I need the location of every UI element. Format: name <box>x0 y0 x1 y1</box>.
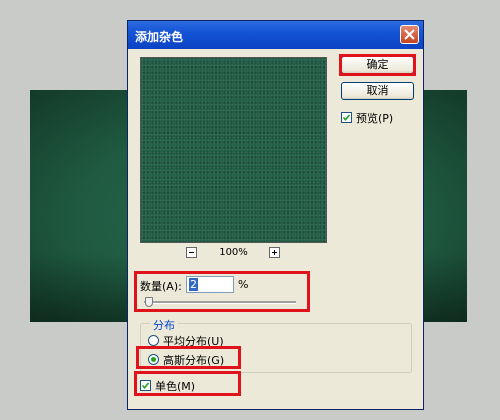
highlight-amount <box>134 271 310 312</box>
distribution-title: 分布 <box>150 317 178 333</box>
uniform-radio[interactable] <box>148 335 159 346</box>
checkmark-icon <box>342 114 351 122</box>
close-button[interactable] <box>400 25 419 44</box>
zoom-controls: 100% <box>140 247 327 261</box>
noise-preview[interactable] <box>140 57 327 243</box>
dialog-titlebar[interactable]: 添加杂色 <box>128 21 423 49</box>
zoom-level: 100% <box>219 247 248 258</box>
preview-checkbox[interactable] <box>341 112 352 123</box>
highlight-gaussian <box>136 346 241 369</box>
plus-icon <box>272 250 277 255</box>
highlight-ok <box>339 54 416 76</box>
close-icon <box>404 29 415 40</box>
dialog-title: 添加杂色 <box>135 30 184 44</box>
zoom-in-button[interactable] <box>269 247 280 258</box>
highlight-monochrome <box>134 371 241 396</box>
add-noise-dialog: 添加杂色 100% 确定 取消 预览(P) 数量(A): 2 % 分布 平均分布… <box>127 20 424 410</box>
preview-label: 预览(P) <box>356 112 394 125</box>
cancel-button[interactable]: 取消 <box>341 82 414 100</box>
